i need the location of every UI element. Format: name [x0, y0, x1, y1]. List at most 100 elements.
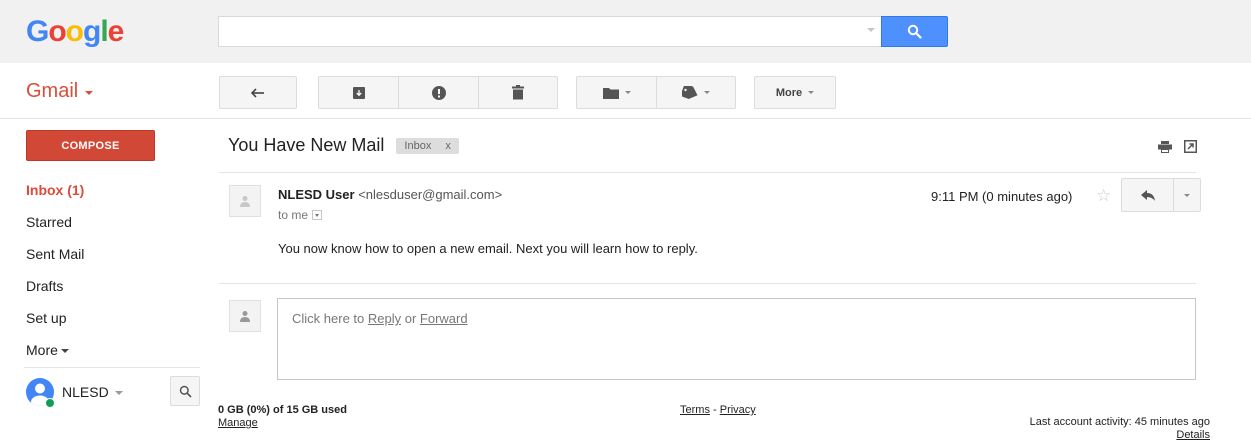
remove-label-button[interactable]: x — [445, 140, 451, 152]
new-window-icon[interactable] — [1184, 140, 1197, 153]
account-activity: Last account activity: 45 minutes ago De… — [1030, 416, 1210, 442]
chevron-down-icon — [60, 349, 69, 353]
hangouts-user-name: NLESD — [62, 384, 109, 400]
logo-letter: g — [83, 15, 101, 48]
thread-actions — [1158, 140, 1197, 153]
privacy-link[interactable]: Privacy — [720, 404, 756, 416]
back-to-inbox-button[interactable] — [219, 76, 297, 109]
logo-letter: G — [26, 15, 49, 48]
action-button-group — [318, 76, 558, 109]
sidebar-nav: Inbox (1) Starred Sent Mail Drafts Set u… — [26, 178, 201, 370]
activity-details-link[interactable]: Details — [1176, 429, 1210, 441]
search-box — [218, 16, 881, 47]
last-activity-text: Last account activity: 45 minutes ago — [1029, 416, 1210, 428]
storage-info: 0 GB (0%) of 15 GB used Manage — [218, 404, 347, 430]
search-options-chevron-icon[interactable] — [867, 28, 875, 32]
sender-line: NLESD User <nlesduser@gmail.com> — [278, 187, 502, 202]
logo-letter: e — [107, 15, 125, 48]
search-button[interactable] — [881, 16, 948, 47]
show-details-button[interactable] — [312, 210, 323, 220]
search-input[interactable] — [219, 17, 881, 46]
sidebar-item-label: Set up — [26, 310, 67, 326]
reply-avatar — [229, 300, 261, 332]
hangouts-panel: NLESD — [24, 367, 200, 417]
sidebar-item-starred[interactable]: Starred — [26, 210, 201, 242]
sidebar-item-more[interactable]: More — [26, 338, 201, 370]
chevron-down-icon — [808, 91, 815, 94]
manage-storage-link[interactable]: Manage — [218, 417, 258, 429]
more-actions-button[interactable]: More — [754, 76, 836, 109]
footer-links: Terms - Privacy — [680, 404, 756, 416]
hangouts-search-button[interactable] — [170, 376, 200, 406]
chevron-down-icon — [315, 213, 320, 217]
person-icon — [240, 311, 250, 322]
spam-icon — [431, 85, 446, 100]
online-status-icon — [45, 398, 55, 408]
label-chip-text: Inbox — [404, 139, 432, 152]
reply-link[interactable]: Reply — [368, 311, 401, 326]
folder-icon — [602, 87, 619, 99]
gmail-switcher[interactable]: Gmail — [26, 80, 94, 103]
reply-box[interactable]: Click here to Reply or Forward — [277, 298, 1196, 380]
recipient-line: to me — [278, 208, 323, 222]
logo-letter: o — [65, 15, 84, 48]
google-logo[interactable]: Google — [26, 14, 125, 50]
thread-subject: You Have New Mail — [228, 135, 385, 155]
inbox-label-chip[interactable]: Inbox x — [396, 137, 459, 154]
reply-button[interactable] — [1122, 179, 1174, 211]
terms-link[interactable]: Terms — [680, 404, 710, 416]
sidebar-item-label: More — [26, 342, 58, 358]
chevron-down-icon — [85, 90, 94, 95]
star-icon[interactable]: ☆ — [1096, 187, 1111, 204]
sidebar-item-label: Starred — [26, 214, 72, 230]
reply-button-group — [1121, 178, 1201, 212]
message-body: You now know how to open a new email. Ne… — [278, 241, 698, 256]
move-to-button[interactable] — [577, 77, 657, 108]
search-icon — [179, 385, 192, 398]
forward-link[interactable]: Forward — [420, 311, 468, 326]
trash-icon — [512, 85, 524, 100]
chevron-down-icon — [1184, 193, 1190, 197]
chevron-down-icon — [114, 391, 123, 395]
recipient-text: to me — [278, 208, 309, 222]
back-arrow-icon — [251, 87, 264, 98]
search-icon — [907, 24, 922, 39]
sender-avatar[interactable] — [229, 185, 261, 217]
sidebar-item-set-up[interactable]: Set up — [26, 306, 201, 338]
person-icon — [240, 196, 250, 207]
reply-prompt: Click here to — [292, 311, 368, 326]
archive-icon — [352, 86, 365, 99]
more-label: More — [775, 86, 803, 99]
reply-or: or — [401, 311, 420, 326]
archive-button[interactable] — [319, 77, 399, 108]
divider — [219, 283, 1196, 284]
hangouts-user[interactable]: NLESD — [62, 384, 123, 400]
logo-letter: l — [100, 15, 108, 48]
sidebar-item-label: Inbox (1) — [26, 182, 85, 198]
sidebar-item-drafts[interactable]: Drafts — [26, 274, 201, 306]
chevron-down-icon — [704, 91, 710, 94]
labels-button[interactable] — [657, 77, 735, 108]
footer-separator: - — [709, 404, 720, 416]
organize-button-group — [576, 76, 736, 109]
reply-icon — [1140, 189, 1155, 201]
compose-button[interactable]: COMPOSE — [26, 130, 155, 161]
delete-button[interactable] — [479, 77, 557, 108]
gmail-label: Gmail — [26, 80, 79, 102]
sidebar-item-inbox[interactable]: Inbox (1) — [26, 178, 201, 210]
divider — [219, 172, 1196, 173]
logo-letter: o — [48, 15, 66, 48]
sender-email: <nlesduser@gmail.com> — [358, 187, 503, 202]
sidebar-item-sent-mail[interactable]: Sent Mail — [26, 242, 201, 274]
sidebar-item-label: Sent Mail — [26, 246, 85, 262]
thread-header: You Have New Mail Inbox x — [228, 135, 459, 156]
label-tag-icon — [682, 86, 698, 99]
print-icon[interactable] — [1158, 140, 1172, 153]
more-message-actions-button[interactable] — [1174, 179, 1200, 211]
message-time: 9:11 PM (0 minutes ago) — [931, 189, 1073, 204]
sidebar-item-label: Drafts — [26, 278, 64, 294]
chevron-down-icon — [624, 91, 631, 94]
sender-name[interactable]: NLESD User — [278, 187, 355, 202]
storage-usage: 0 GB (0%) of 15 GB used — [218, 404, 347, 416]
report-spam-button[interactable] — [399, 77, 479, 108]
